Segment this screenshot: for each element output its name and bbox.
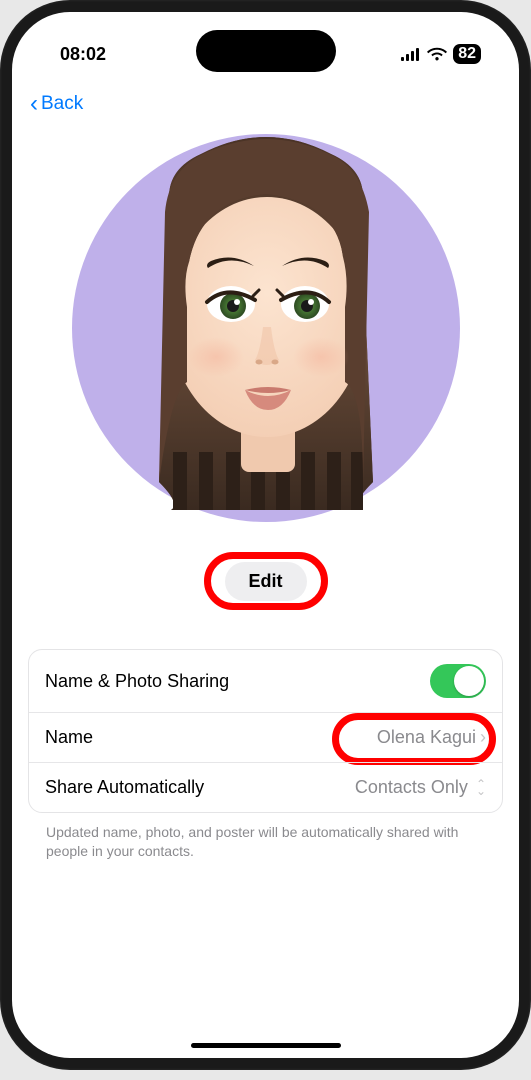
selector-arrows-icon: ⌃⌄	[476, 781, 486, 795]
settings-group: Name & Photo Sharing Name Olena Kagui › …	[28, 649, 503, 813]
auto-value: Contacts Only	[355, 777, 468, 798]
screen: 08:02 82 ‹ Back	[12, 12, 519, 1058]
memoji-image	[111, 132, 421, 512]
content: Edit Name & Photo Sharing Name Olena Kag…	[12, 128, 519, 861]
name-value: Olena Kagui	[377, 727, 476, 748]
chevron-left-icon: ‹	[30, 90, 38, 118]
device-frame: 08:02 82 ‹ Back	[0, 0, 531, 1070]
row-share-automatically[interactable]: Share Automatically Contacts Only ⌃⌄	[29, 762, 502, 812]
row-label: Name & Photo Sharing	[45, 671, 229, 692]
battery-level: 82	[453, 44, 481, 64]
chevron-right-icon: ›	[480, 727, 486, 748]
status-time: 08:02	[60, 44, 106, 65]
footer-description: Updated name, photo, and poster will be …	[28, 813, 503, 861]
avatar-container	[28, 128, 503, 522]
row-name-photo-sharing[interactable]: Name & Photo Sharing	[29, 650, 502, 712]
home-indicator[interactable]	[191, 1043, 341, 1048]
back-button[interactable]: ‹ Back	[30, 90, 83, 118]
wifi-icon	[427, 47, 447, 61]
toggle-knob	[454, 666, 484, 696]
row-name[interactable]: Name Olena Kagui ›	[29, 712, 502, 762]
navigation-bar: ‹ Back	[12, 72, 519, 128]
status-indicators: 82	[401, 44, 481, 64]
edit-button[interactable]: Edit	[225, 562, 307, 601]
cellular-signal-icon	[401, 48, 421, 61]
dynamic-island	[196, 30, 336, 72]
row-label: Share Automatically	[45, 777, 204, 798]
row-label: Name	[45, 727, 93, 748]
back-label: Back	[41, 93, 83, 115]
sharing-toggle[interactable]	[430, 664, 486, 698]
avatar[interactable]	[72, 134, 460, 522]
